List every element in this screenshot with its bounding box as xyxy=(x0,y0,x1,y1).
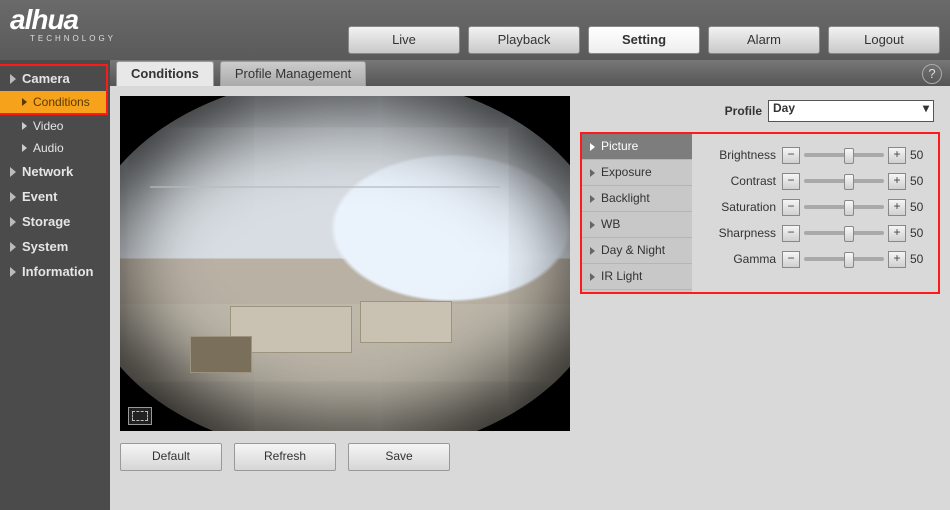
sidebar-item-video[interactable]: Video xyxy=(0,115,110,137)
slider-contrast: Contrast − + 50 xyxy=(698,168,932,194)
contrast-track[interactable] xyxy=(804,179,884,183)
contrast-thumb[interactable] xyxy=(844,174,854,190)
fisheye-feed xyxy=(120,96,570,431)
sidebar-item-audio[interactable]: Audio xyxy=(0,137,110,159)
subtab-picture[interactable]: Picture xyxy=(582,134,692,160)
saturation-thumb[interactable] xyxy=(844,200,854,216)
sharpness-thumb[interactable] xyxy=(844,226,854,242)
subtab-daynight[interactable]: Day & Night xyxy=(582,238,692,264)
contrast-plus[interactable]: + xyxy=(888,173,906,190)
refresh-button[interactable]: Refresh xyxy=(234,443,336,471)
subtab-wb[interactable]: WB xyxy=(582,212,692,238)
sidebar: Camera Conditions Video Audio Network Ev… xyxy=(0,60,110,510)
help-icon[interactable]: ? xyxy=(922,64,942,84)
default-button[interactable]: Default xyxy=(120,443,222,471)
brightness-thumb[interactable] xyxy=(844,148,854,164)
sidebar-group-event[interactable]: Event xyxy=(0,184,110,209)
saturation-minus[interactable]: − xyxy=(782,199,800,216)
nav-playback[interactable]: Playback xyxy=(468,26,580,54)
tab-bar: Conditions Profile Management ? xyxy=(110,60,950,86)
slider-sharpness: Sharpness − + 50 xyxy=(698,220,932,246)
tab-profile-management[interactable]: Profile Management xyxy=(220,61,366,86)
save-button[interactable]: Save xyxy=(348,443,450,471)
sharpness-value: 50 xyxy=(906,226,932,240)
contrast-value: 50 xyxy=(906,174,932,188)
gamma-minus[interactable]: − xyxy=(782,251,800,268)
sharpness-minus[interactable]: − xyxy=(782,225,800,242)
brand-subtext: TECHNOLOGY xyxy=(30,34,116,43)
slider-gamma: Gamma − + 50 xyxy=(698,246,932,272)
subtab-backlight[interactable]: Backlight xyxy=(582,186,692,212)
sidebar-group-system[interactable]: System xyxy=(0,234,110,259)
settings-panel: Profile Day ▾ Picture Exposure Backlight… xyxy=(580,96,940,471)
saturation-plus[interactable]: + xyxy=(888,199,906,216)
subtab-irlight[interactable]: IR Light xyxy=(582,264,692,290)
slider-group: Brightness − + 50 Contrast − + 50 xyxy=(692,134,938,292)
sidebar-group-network[interactable]: Network xyxy=(0,159,110,184)
action-buttons: Default Refresh Save xyxy=(120,443,570,471)
nav-alarm[interactable]: Alarm xyxy=(708,26,820,54)
slider-brightness: Brightness − + 50 xyxy=(698,142,932,168)
gamma-plus[interactable]: + xyxy=(888,251,906,268)
sharpness-plus[interactable]: + xyxy=(888,225,906,242)
profile-select[interactable]: Day ▾ xyxy=(768,100,934,122)
sidebar-group-camera[interactable]: Camera xyxy=(0,66,106,91)
brightness-track[interactable] xyxy=(804,153,884,157)
settings-subtabs: Picture Exposure Backlight WB Day & Nigh… xyxy=(582,134,692,292)
gamma-track[interactable] xyxy=(804,257,884,261)
top-nav: Live Playback Setting Alarm Logout xyxy=(348,26,940,54)
saturation-value: 50 xyxy=(906,200,932,214)
sidebar-item-conditions[interactable]: Conditions xyxy=(0,91,106,113)
chevron-down-icon: ▾ xyxy=(923,101,929,115)
profile-label: Profile xyxy=(725,104,762,118)
sidebar-group-storage[interactable]: Storage xyxy=(0,209,110,234)
nav-logout[interactable]: Logout xyxy=(828,26,940,54)
sharpness-track[interactable] xyxy=(804,231,884,235)
brightness-plus[interactable]: + xyxy=(888,147,906,164)
video-preview xyxy=(120,96,570,431)
nav-live[interactable]: Live xyxy=(348,26,460,54)
subtab-exposure[interactable]: Exposure xyxy=(582,160,692,186)
gamma-thumb[interactable] xyxy=(844,252,854,268)
fullscreen-icon[interactable] xyxy=(128,407,152,425)
brand-logo: alhua xyxy=(10,4,78,36)
saturation-track[interactable] xyxy=(804,205,884,209)
gamma-value: 50 xyxy=(906,252,932,266)
brightness-minus[interactable]: − xyxy=(782,147,800,164)
header: alhua TECHNOLOGY Live Playback Setting A… xyxy=(0,0,950,60)
brightness-value: 50 xyxy=(906,148,932,162)
contrast-minus[interactable]: − xyxy=(782,173,800,190)
content-area: Conditions Profile Management ? Default xyxy=(110,60,950,510)
tab-conditions[interactable]: Conditions xyxy=(116,61,214,86)
slider-saturation: Saturation − + 50 xyxy=(698,194,932,220)
sidebar-group-information[interactable]: Information xyxy=(0,259,110,284)
nav-setting[interactable]: Setting xyxy=(588,26,700,54)
